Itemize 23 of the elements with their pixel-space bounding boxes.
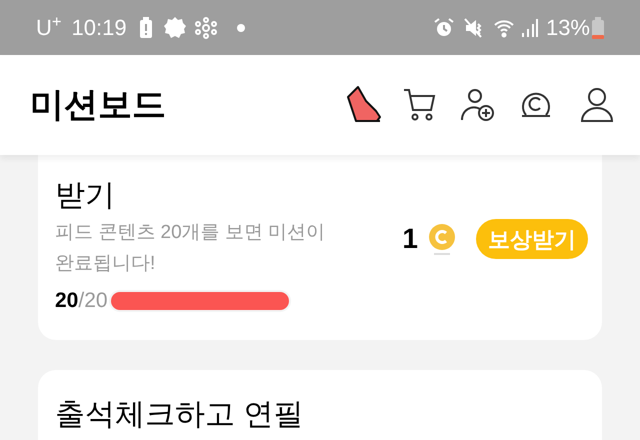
mission-title: 받기 — [55, 178, 116, 214]
cart-icon[interactable] — [402, 87, 438, 123]
profile-icon[interactable] — [580, 87, 614, 123]
network-nodes-icon — [194, 16, 217, 38]
claim-reward-button[interactable]: 보상받기 — [476, 219, 588, 259]
mission-description: 피드 콘텐츠 20개를 보면 미션이 완료됩니다! — [55, 220, 326, 276]
carrier-label: U$^{+}$ — [36, 12, 62, 42]
progress-total: /20 — [78, 288, 108, 314]
mission-title: 출석체크하고 연필 — [55, 398, 304, 431]
battery-percent: 13% — [546, 14, 590, 42]
add-user-icon[interactable] — [460, 87, 496, 123]
clock-time: 10:19 — [72, 14, 127, 42]
battery-icon — [592, 16, 604, 38]
dot-icon — [236, 24, 245, 32]
signal-icon — [522, 18, 538, 36]
progress-count: 20 — [55, 288, 78, 314]
mute-icon — [464, 18, 484, 38]
alarm-icon — [434, 18, 454, 38]
battery-alert-icon — [138, 16, 153, 38]
page-title: 미션보드 — [30, 84, 166, 126]
reward-amount: 1 — [402, 222, 418, 256]
wifi-icon — [494, 18, 516, 38]
coin-icon — [428, 223, 456, 255]
